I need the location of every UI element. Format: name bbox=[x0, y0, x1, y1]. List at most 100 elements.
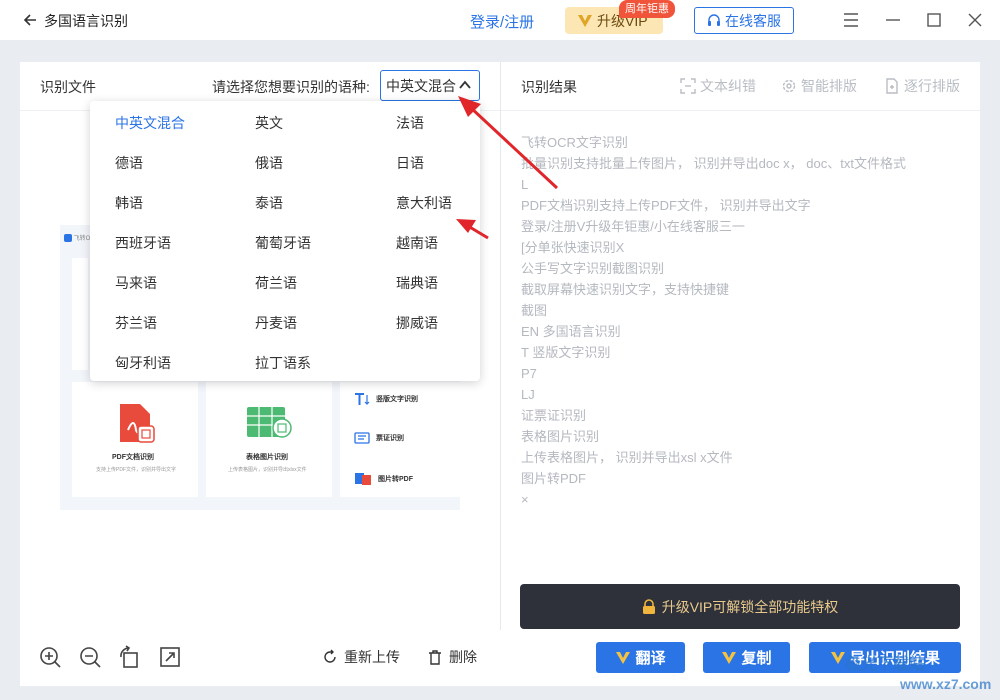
online-service-label: 在线客服 bbox=[725, 12, 781, 29]
vip-unlock-label: 升级VIP可解锁全部功能特权 bbox=[661, 598, 839, 615]
vip-v-icon bbox=[616, 651, 631, 664]
preview-card-list: 竖版文字识别 票证识别 图片转PDF bbox=[340, 382, 460, 497]
rotate-icon[interactable] bbox=[118, 645, 142, 669]
vip-v-icon bbox=[578, 14, 592, 27]
language-prompt: 请选择您想要识别的语种: bbox=[212, 79, 370, 95]
maximize-icon[interactable] bbox=[925, 11, 943, 29]
result-line: P7 bbox=[521, 366, 537, 381]
trash-icon bbox=[429, 650, 441, 665]
result-line: LJ bbox=[521, 387, 535, 402]
zoom-out-icon[interactable] bbox=[78, 645, 102, 669]
result-line: 上传表格图片， 识别并导出xsl x文件 bbox=[521, 450, 733, 465]
file-add-icon bbox=[886, 78, 898, 94]
result-line: × bbox=[521, 492, 529, 507]
language-option[interactable]: 马来语 bbox=[115, 273, 157, 293]
result-line: EN 多国语言识别 bbox=[521, 324, 621, 339]
result-label: 识别结果 bbox=[521, 79, 577, 95]
result-line: 登录/注册V升级年钜惠/小在线客服三一 bbox=[521, 219, 745, 234]
line-layout-button[interactable]: 逐行排版 bbox=[884, 76, 960, 96]
chevron-up-icon bbox=[459, 80, 471, 89]
translate-label: 翻译 bbox=[635, 650, 666, 667]
refresh-icon bbox=[324, 649, 336, 663]
language-option[interactable]: 法语 bbox=[396, 113, 424, 133]
file-label: 识别文件 bbox=[40, 79, 96, 95]
language-option[interactable]: 荷兰语 bbox=[255, 273, 297, 293]
table-image-icon bbox=[247, 407, 292, 438]
result-line: 批量识别支持批量上传图片， 识别并导出doc x， doc、txt文件格式 bbox=[521, 156, 906, 171]
language-option[interactable]: 俄语 bbox=[255, 153, 283, 173]
language-option[interactable]: 德语 bbox=[115, 153, 143, 173]
vip-v-icon bbox=[830, 651, 845, 664]
image-to-pdf-icon bbox=[355, 473, 371, 485]
language-option[interactable]: 匈牙利语 bbox=[115, 353, 171, 373]
result-line: 表格图片识别 bbox=[521, 429, 600, 444]
language-option[interactable]: 日语 bbox=[396, 153, 424, 173]
preview-img2pdf-label: 图片转PDF bbox=[378, 476, 413, 483]
result-line: T 竖版文字识别 bbox=[521, 345, 611, 360]
preview-pdf-sub: 支持上传PDF文件，识别并导出文字 bbox=[96, 467, 177, 473]
language-option[interactable]: 拉丁语系 bbox=[255, 353, 311, 373]
language-select[interactable]: 中英文混合 bbox=[380, 70, 480, 101]
language-option[interactable]: 葡萄牙语 bbox=[255, 233, 311, 253]
app-title: 多国语言识别 bbox=[44, 13, 128, 29]
lock-icon bbox=[642, 598, 655, 614]
preview-vertical-row: 竖版文字识别 bbox=[354, 392, 418, 406]
copy-button[interactable]: 复制 bbox=[703, 642, 790, 673]
preview-card-pdf: PDF文档识别 支持上传PDF文件，识别并导出文字 bbox=[72, 382, 198, 497]
panel-divider bbox=[500, 62, 501, 630]
scan-correct-icon bbox=[680, 78, 696, 94]
language-option[interactable]: 瑞典语 bbox=[396, 273, 438, 293]
preview-ticket-label: 票证识别 bbox=[376, 435, 404, 442]
delete-button[interactable]: 删除 bbox=[427, 647, 477, 667]
text-correction-button[interactable]: 文本纠错 bbox=[680, 76, 756, 96]
language-option[interactable]: 芬兰语 bbox=[115, 313, 157, 333]
login-register-link[interactable]: 登录/注册 bbox=[470, 11, 534, 32]
result-text-area[interactable]: 飞转OCR文字识别 批量识别支持批量上传图片， 识别并导出doc x， doc、… bbox=[521, 132, 971, 510]
result-line: 证票证识别 bbox=[521, 408, 587, 423]
right-header-divider bbox=[501, 110, 980, 111]
headset-icon bbox=[708, 13, 720, 26]
language-option[interactable]: 中英文混合 bbox=[115, 113, 185, 133]
smart-layout-button[interactable]: 智能排版 bbox=[781, 76, 857, 96]
line-layout-label: 逐行排版 bbox=[904, 78, 960, 94]
language-option[interactable]: 丹麦语 bbox=[255, 313, 297, 333]
preview-img2pdf-row: 图片转PDF bbox=[354, 472, 413, 486]
smart-layout-label: 智能排版 bbox=[801, 78, 857, 94]
language-select-value: 中英文混合 bbox=[386, 77, 456, 94]
result-line: 图片转PDF bbox=[521, 471, 587, 486]
language-option[interactable]: 韩语 bbox=[115, 193, 143, 213]
vip-unlock-bar[interactable]: 升级VIP可解锁全部功能特权 bbox=[520, 584, 960, 629]
vip-v-icon bbox=[722, 651, 737, 664]
language-option[interactable]: 西班牙语 bbox=[115, 233, 171, 253]
language-option[interactable]: 挪威语 bbox=[396, 313, 438, 333]
back-arrow-icon[interactable] bbox=[22, 11, 38, 29]
translate-button[interactable]: 翻译 bbox=[596, 642, 685, 673]
language-option[interactable]: 越南语 bbox=[396, 233, 438, 253]
result-line: [分单张快速识别X bbox=[521, 240, 625, 255]
menu-icon[interactable] bbox=[842, 11, 860, 29]
watermark-logo-text: 极光下载站 bbox=[845, 656, 926, 673]
zoom-in-icon[interactable] bbox=[38, 645, 62, 669]
language-option[interactable]: 英文 bbox=[255, 113, 283, 133]
preview-card-table: 表格图片识别 上传表格图片，识别并导出xlsx文件 bbox=[206, 382, 332, 497]
copy-label: 复制 bbox=[741, 650, 772, 667]
minimize-icon[interactable] bbox=[884, 11, 902, 29]
language-option[interactable]: 意大利语 bbox=[396, 193, 452, 213]
close-icon[interactable] bbox=[966, 11, 984, 29]
fit-screen-icon[interactable] bbox=[158, 645, 182, 669]
preview-table-title: 表格图片识别 bbox=[246, 454, 288, 461]
app-logo-icon bbox=[64, 234, 72, 243]
preview-ticket-row: 票证识别 bbox=[354, 432, 404, 444]
vertical-text-icon bbox=[355, 393, 370, 405]
language-option[interactable]: 泰语 bbox=[255, 193, 283, 213]
result-line: 截取屏幕快速识别文字，支持快捷键 bbox=[521, 282, 730, 297]
title-bar: 多国语言识别 登录/注册 升级VIP 周年钜惠 在线客服 bbox=[0, 0, 1000, 40]
online-service-button[interactable]: 在线客服 bbox=[694, 7, 794, 34]
result-line: 飞转OCR文字识别 bbox=[521, 135, 628, 150]
gear-icon bbox=[782, 79, 796, 93]
preview-pdf-title: PDF文档识别 bbox=[112, 454, 154, 461]
pdf-file-icon bbox=[120, 404, 155, 443]
ticket-icon bbox=[354, 432, 370, 444]
reupload-button[interactable]: 重新上传 bbox=[322, 647, 400, 667]
result-line: PDF文档识别支持上传PDF文件， 识别并导出文字 bbox=[521, 198, 811, 213]
